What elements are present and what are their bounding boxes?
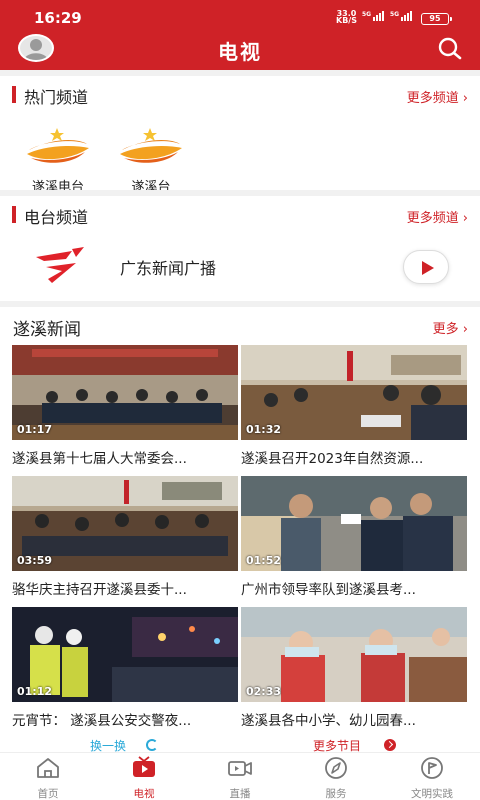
video-thumbnail: 01:17 (12, 345, 238, 440)
video-card[interactable]: 01:32 遂溪县召开2023年自然资源... (241, 345, 467, 467)
tab-live[interactable]: 直播 (204, 756, 276, 800)
chevron-right-icon: › (462, 211, 468, 226)
news-more-link[interactable]: 更多 › (433, 318, 468, 337)
video-card[interactable]: 01:12 元宵节： 遂溪县公安交警夜... (12, 607, 238, 729)
live-camera-icon (228, 761, 252, 776)
search-icon (438, 37, 462, 60)
guangdong-radio-logo-icon (36, 247, 84, 283)
page-title: 电视 (218, 40, 262, 64)
section-marker (12, 86, 16, 103)
video-duration: 01:12 (17, 685, 53, 698)
hot-channels-header: 热门频道 更多频道 › (0, 76, 480, 112)
video-duration: 01:32 (246, 423, 282, 436)
search-button[interactable] (436, 36, 464, 62)
tab-service[interactable]: 服务 (300, 756, 372, 800)
home-icon (37, 758, 59, 778)
status-bar: 16:29 33.0 KB/S 5G 5G 95 (0, 0, 480, 30)
suixi-logo-icon (27, 128, 89, 163)
video-thumbnail: 01:52 (241, 476, 467, 571)
radio-channel-row[interactable]: 广东新闻广播 (0, 237, 480, 301)
video-card[interactable]: 01:52 广州市领导率队到遂溪县考... (241, 476, 467, 598)
video-title: 广州市领导率队到遂溪县考... (241, 582, 416, 598)
chevron-right-icon: › (462, 91, 468, 106)
status-time: 16:29 (34, 9, 82, 27)
compass-icon (325, 757, 347, 779)
tv-icon (133, 756, 155, 777)
section-marker (12, 206, 16, 223)
app-header: 16:29 33.0 KB/S 5G 5G 95 电视 (0, 0, 480, 70)
signal-icon: 5G (362, 11, 385, 21)
tab-home[interactable]: 首页 (12, 756, 84, 800)
net-speed: 33.0 KB/S (336, 9, 357, 25)
channel-item-suixi-radio[interactable]: 遂溪电台 (23, 122, 93, 195)
chevron-right-icon: › (458, 322, 468, 337)
video-duration: 03:59 (17, 554, 53, 567)
news-header: 遂溪新闻 更多 › (0, 310, 480, 344)
video-duration: 02:33 (246, 685, 282, 698)
video-title: 骆华庆主持召开遂溪县委十... (12, 582, 187, 598)
video-thumbnail: 01:32 (241, 345, 467, 440)
tab-tv[interactable]: 电视 (108, 756, 180, 800)
radio-channels-header: 电台频道 更多频道 › (0, 196, 480, 232)
video-duration: 01:17 (17, 423, 53, 436)
video-title: 元宵节： 遂溪县公安交警夜... (12, 713, 192, 729)
video-card[interactable]: 01:17 遂溪县第十七届人大常委会... (12, 345, 238, 467)
battery-icon: 95 (421, 13, 452, 25)
radio-channels-title: 电台频道 (24, 208, 89, 227)
radio-channels-more-link[interactable]: 更多频道 › (407, 207, 468, 226)
divider (0, 301, 480, 307)
tv-page: 16:29 33.0 KB/S 5G 5G 95 电视 热门频道 更多频道 › … (0, 0, 480, 800)
video-title: 遂溪县第十七届人大常委会... (12, 451, 187, 467)
video-thumbnail: 03:59 (12, 476, 238, 571)
video-title: 遂溪县各中小学、幼儿园春... (241, 713, 416, 729)
video-title: 遂溪县召开2023年自然资源... (241, 451, 424, 467)
video-duration: 01:52 (246, 554, 282, 567)
radio-channel-name: 广东新闻广播 (120, 259, 217, 278)
bottom-tab-bar: 首页 电视 直播 服务 文明实践 (0, 752, 480, 800)
arrow-circle-icon[interactable] (384, 739, 396, 751)
play-button[interactable] (403, 250, 449, 284)
channel-item-suixi-tv[interactable]: 遂溪台 (116, 122, 186, 195)
hot-channels-title: 热门频道 (24, 88, 89, 107)
flag-badge-icon (421, 757, 443, 779)
signal-icon-2: 5G (390, 11, 413, 21)
video-thumbnail: 02:33 (241, 607, 467, 702)
refresh-icon[interactable] (146, 739, 158, 751)
video-thumbnail: 01:12 (12, 607, 238, 702)
hot-channels-more-link[interactable]: 更多频道 › (407, 87, 468, 106)
tab-civilization-practice[interactable]: 文明实践 (396, 756, 468, 800)
video-card[interactable]: 03:59 骆华庆主持召开遂溪县委十... (12, 476, 238, 598)
news-title: 遂溪新闻 (13, 320, 81, 340)
video-card[interactable]: 02:33 遂溪县各中小学、幼儿园春... (241, 607, 467, 729)
suixi-logo-icon (120, 128, 182, 163)
